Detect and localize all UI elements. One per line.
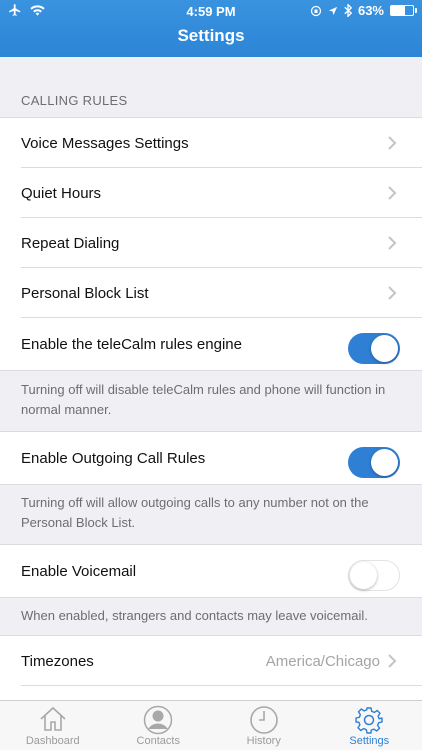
battery-fill <box>391 6 405 15</box>
person-icon <box>144 705 173 735</box>
row-label: Personal Block List <box>21 284 149 302</box>
divider <box>0 484 422 485</box>
toggle-knob <box>350 562 377 589</box>
status-right: 63% <box>310 3 417 18</box>
row-label: Voice Messages Settings <box>21 134 189 152</box>
voicemail-row: Enable Voicemail <box>0 545 422 597</box>
timezone-value: America/Chicago <box>265 652 380 670</box>
row-label: Quiet Hours <box>21 184 102 202</box>
battery-percent: 63% <box>357 3 384 18</box>
tab-label: Contacts <box>136 735 180 747</box>
row-label: Repeat Dialing <box>21 234 120 252</box>
voicemail-footnote: When enabled, strangers and contacts may… <box>0 606 422 626</box>
rules-engine-footnote: Turning off will disable teleCalm rules … <box>0 380 422 420</box>
voice-messages-settings-row[interactable]: Voice Messages Settings <box>0 118 422 168</box>
personal-block-list-row[interactable]: Personal Block List <box>0 268 422 318</box>
voicemail-toggle[interactable] <box>348 560 400 591</box>
home-icon <box>40 706 66 731</box>
rules-engine-toggle[interactable] <box>348 333 400 364</box>
outgoing-call-rules-footnote: Turning off will allow outgoing calls to… <box>0 493 422 533</box>
divider <box>0 370 422 371</box>
tab-dashboard[interactable]: Dashboard <box>0 701 106 750</box>
gear-icon <box>355 707 383 734</box>
section-header-calling-rules: CALLING RULES <box>21 93 128 108</box>
toggle-knob <box>371 449 398 476</box>
rules-engine-row: Enable the teleCalm rules engine <box>0 318 422 370</box>
page-title: Settings <box>177 26 245 45</box>
outgoing-call-rules-row: Enable Outgoing Call Rules <box>0 432 422 484</box>
chevron-right-icon <box>388 286 397 300</box>
chevron-right-icon <box>388 654 397 668</box>
clock-icon <box>249 706 278 734</box>
tab-settings[interactable]: Settings <box>317 701 422 750</box>
battery-icon <box>390 5 417 16</box>
tab-label: History <box>246 735 281 747</box>
outgoing-call-rules-toggle[interactable] <box>348 447 400 478</box>
divider <box>0 597 422 598</box>
repeat-dialing-row[interactable]: Repeat Dialing <box>0 218 422 268</box>
timezones-row[interactable]: Timezones America/Chicago <box>0 636 422 686</box>
chevron-right-icon <box>388 186 397 200</box>
tab-label: Settings <box>349 735 390 747</box>
navigation-header: 4:59 PM 63% Settings <box>0 0 422 57</box>
chevron-right-icon <box>388 236 397 250</box>
tab-contacts[interactable]: Contacts <box>106 701 212 750</box>
quiet-hours-row[interactable]: Quiet Hours <box>0 168 422 218</box>
bluetooth-icon <box>344 4 352 17</box>
tab-label: Dashboard <box>25 735 80 747</box>
orientation-lock-icon <box>310 5 322 16</box>
toggle-knob <box>371 335 398 362</box>
location-icon <box>328 6 338 15</box>
tab-history[interactable]: History <box>211 701 317 750</box>
partial-row <box>0 686 422 700</box>
chevron-right-icon <box>388 136 397 150</box>
tab-bar: Dashboard Contacts History Settings <box>0 700 422 750</box>
status-bar: 4:59 PM 63% <box>0 0 422 22</box>
